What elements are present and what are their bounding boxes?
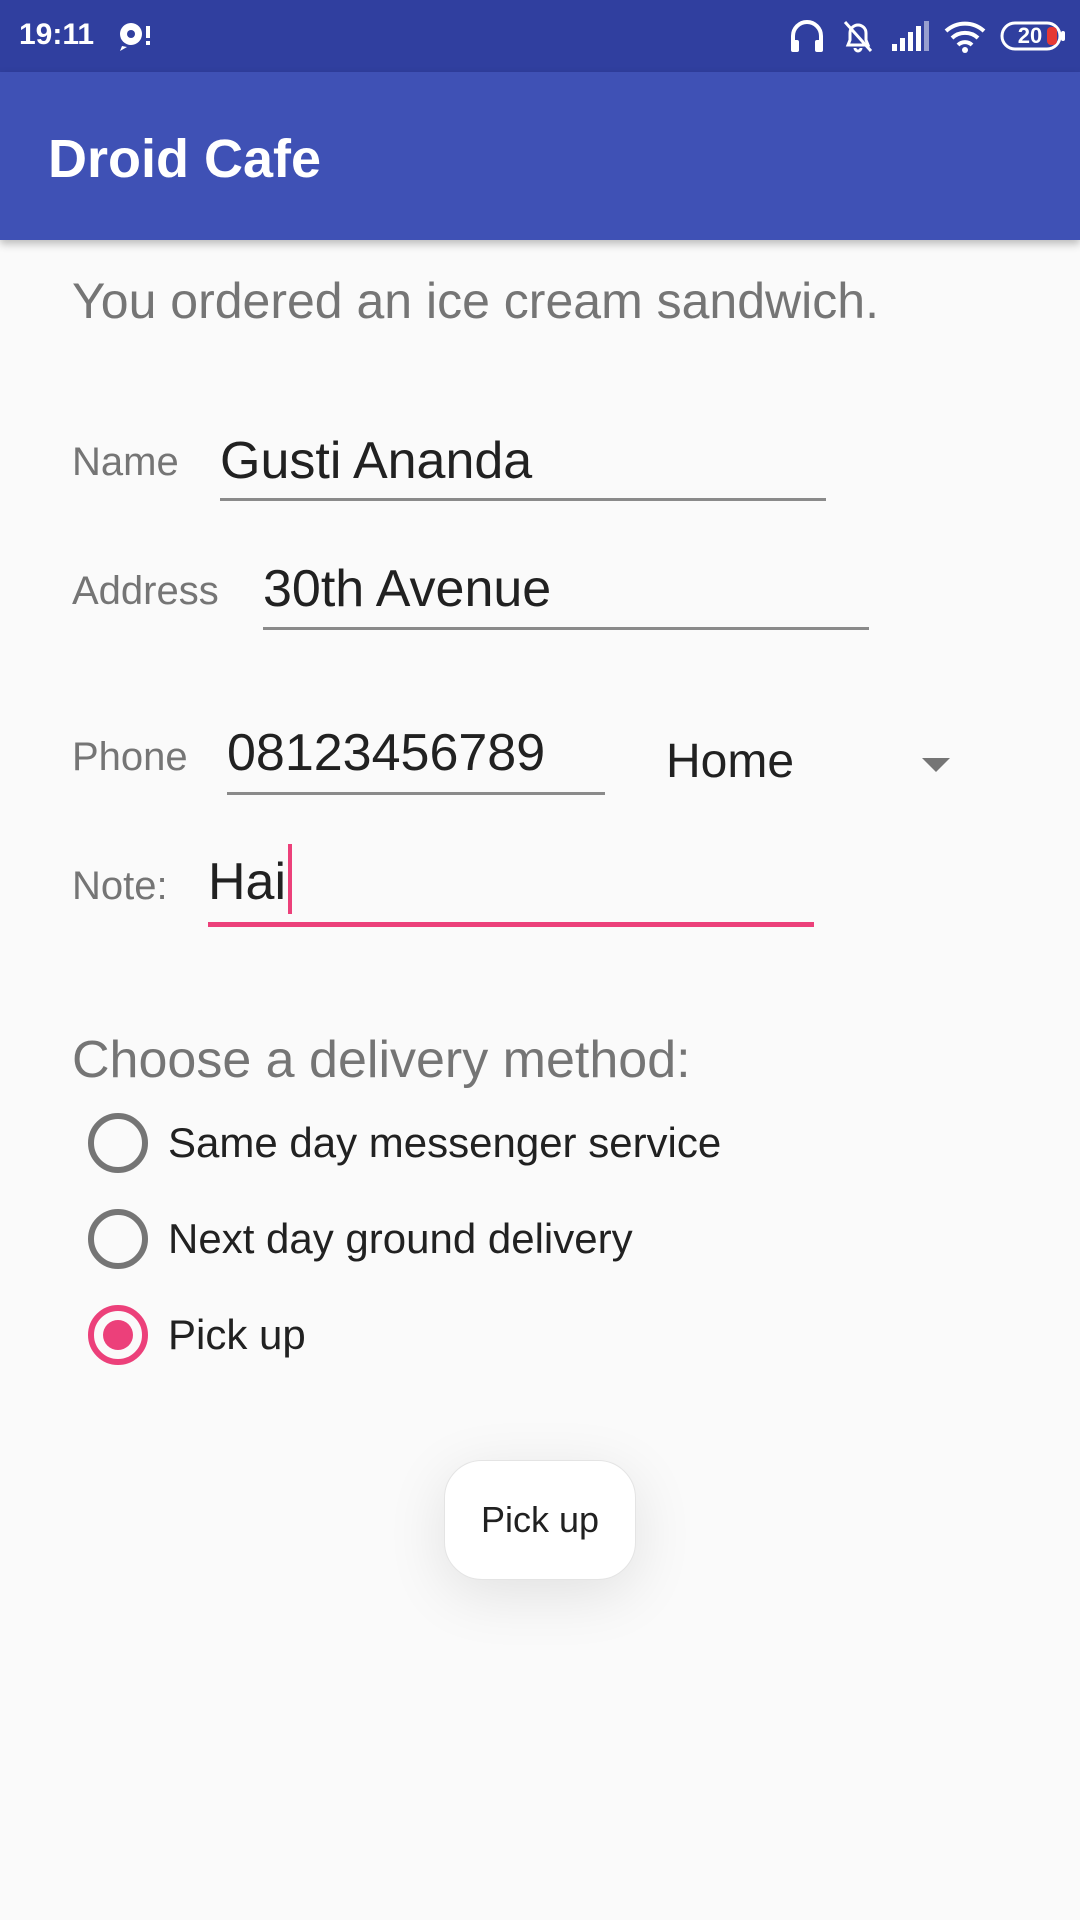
name-field-underline xyxy=(220,498,826,501)
battery-icon: 20 xyxy=(1000,21,1066,51)
name-label: Name xyxy=(72,440,179,484)
radio-label: Pick up xyxy=(168,1311,306,1358)
radio-pick-up[interactable]: Pick up xyxy=(88,1295,306,1375)
radio-same-day[interactable]: Same day messenger service xyxy=(88,1103,721,1183)
status-time: 19:11 xyxy=(19,18,95,51)
phone-type-spinner[interactable]: Home xyxy=(650,710,970,810)
radio-button-checked[interactable] xyxy=(88,1305,148,1365)
radio-button-unchecked[interactable] xyxy=(88,1113,148,1173)
note-label: Note: xyxy=(72,864,168,908)
dropdown-arrow-icon xyxy=(922,758,950,772)
notification-icon xyxy=(120,23,150,51)
note-field[interactable] xyxy=(208,848,814,916)
mute-bell-icon xyxy=(843,20,873,53)
radio-label: Same day messenger service xyxy=(168,1119,722,1166)
phone-field-underline xyxy=(227,792,605,795)
app-title: Droid Cafe xyxy=(48,129,322,189)
wifi-icon xyxy=(944,21,986,53)
address-field[interactable] xyxy=(263,556,869,622)
status-icons: 20 xyxy=(788,16,1066,56)
radio-next-day[interactable]: Next day ground delivery xyxy=(88,1199,633,1279)
headphones-icon xyxy=(791,20,823,52)
app-bar: Droid Cafe xyxy=(0,72,1080,240)
note-field-underline xyxy=(208,922,814,927)
phone-type-value: Home xyxy=(666,735,795,788)
signal-icon xyxy=(892,21,929,51)
name-field[interactable] xyxy=(220,428,826,494)
address-label: Address xyxy=(72,569,219,613)
battery-level: 20 xyxy=(1017,23,1043,48)
order-message: You ordered an ice cream sandwich. xyxy=(72,273,879,329)
address-field-underline xyxy=(263,627,869,630)
phone-field[interactable] xyxy=(227,720,605,786)
radio-label: Next day ground delivery xyxy=(168,1215,633,1262)
phone-label: Phone xyxy=(72,735,188,779)
radio-button-unchecked[interactable] xyxy=(88,1209,148,1269)
text-cursor xyxy=(288,844,292,914)
delivery-method-title: Choose a delivery method: xyxy=(72,1031,691,1089)
toast-message: Pick up xyxy=(444,1460,636,1580)
status-bar: 19:11 20 xyxy=(0,0,1080,72)
